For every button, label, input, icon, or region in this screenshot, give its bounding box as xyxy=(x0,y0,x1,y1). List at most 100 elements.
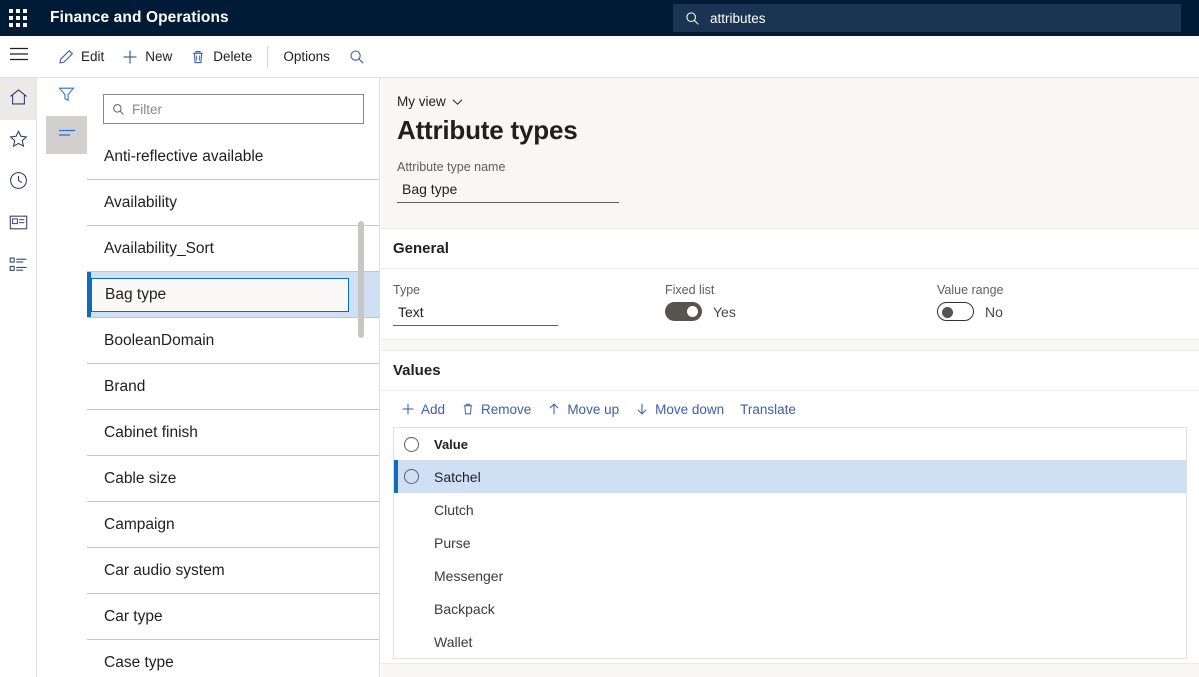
toggle-knob xyxy=(942,307,953,318)
clock-icon xyxy=(9,171,28,195)
attribute-type-name-field: Attribute type name Bag type xyxy=(397,160,619,203)
filter-box-wrapper: Filter xyxy=(87,78,379,134)
delete-button[interactable]: Delete xyxy=(181,42,261,72)
list-icon xyxy=(9,256,28,278)
select-all-radio[interactable] xyxy=(394,437,428,452)
list-item[interactable]: Availability xyxy=(87,180,379,226)
type-field: Type Text xyxy=(381,283,653,326)
list-item[interactable]: Car audio system xyxy=(87,548,379,594)
pencil-icon xyxy=(58,49,74,65)
nav-item-favorites[interactable] xyxy=(0,120,37,162)
remove-value-button[interactable]: Remove xyxy=(453,395,539,423)
list-item-label: Bag type xyxy=(105,286,166,304)
list-item-label: Availability xyxy=(104,194,177,212)
remove-value-label: Remove xyxy=(481,402,531,417)
workspace-icon xyxy=(9,214,28,236)
nav-item-workspaces[interactable] xyxy=(0,204,37,246)
row-radio[interactable] xyxy=(394,469,428,484)
value-cell: Purse xyxy=(428,535,471,551)
table-row[interactable]: Messenger xyxy=(394,559,1186,592)
options-button[interactable]: Options xyxy=(274,42,339,72)
star-icon xyxy=(9,130,28,153)
list-item[interactable]: Availability_Sort xyxy=(87,226,379,272)
new-button[interactable]: New xyxy=(113,42,181,72)
radio-icon xyxy=(404,469,419,484)
list-item[interactable]: Cabinet finish xyxy=(87,410,379,456)
view-selector[interactable]: My view xyxy=(397,94,463,109)
list-item[interactable]: Brand xyxy=(87,364,379,410)
list-item[interactable]: BooleanDomain xyxy=(87,318,379,364)
table-row[interactable]: Wallet xyxy=(394,625,1186,658)
list-item-label: Car audio system xyxy=(104,562,225,580)
radio-icon xyxy=(404,437,419,452)
translate-label: Translate xyxy=(740,402,796,417)
table-row[interactable]: Backpack xyxy=(394,592,1186,625)
table-row[interactable]: Purse xyxy=(394,526,1186,559)
table-row[interactable]: Satchel xyxy=(394,460,1186,493)
plus-icon xyxy=(401,402,415,416)
plus-icon xyxy=(122,49,138,65)
attribute-type-name-input[interactable]: Bag type xyxy=(397,179,619,203)
values-toolbar: Add Remove Move up Move down xyxy=(381,391,1199,427)
type-label: Type xyxy=(393,283,653,297)
fixed-list-toggle[interactable] xyxy=(665,302,702,321)
list-item[interactable]: Cable size xyxy=(87,456,379,502)
list-pane-button[interactable] xyxy=(46,116,87,154)
add-value-button[interactable]: Add xyxy=(393,395,453,423)
move-up-label: Move up xyxy=(567,402,619,417)
value-range-value: No xyxy=(985,304,1003,320)
list-item-label: Brand xyxy=(104,378,145,396)
lines-icon xyxy=(58,126,76,144)
value-range-toggle[interactable] xyxy=(937,302,974,321)
app-brand-title: Finance and Operations xyxy=(50,9,229,27)
page-search-button[interactable] xyxy=(339,42,375,72)
values-card: Values Add Remove Move up xyxy=(381,350,1199,664)
nav-item-modules[interactable] xyxy=(0,246,37,288)
value-range-toggle-row: No xyxy=(937,302,1004,321)
type-input[interactable]: Text xyxy=(393,302,558,326)
main-content: My view Attribute types Attribute type n… xyxy=(381,78,1199,677)
values-grid-header-row[interactable]: Value xyxy=(394,428,1186,460)
navigation-menu-button[interactable] xyxy=(0,36,37,78)
nav-item-home[interactable] xyxy=(0,78,37,120)
arrow-up-icon xyxy=(547,402,561,416)
action-pane: Edit New Delete Options xyxy=(0,36,1199,78)
list-item[interactable]: Anti-reflective available xyxy=(87,134,379,180)
global-search-value: attributes xyxy=(710,11,766,26)
search-icon xyxy=(349,49,365,65)
general-card-body: Type Text Fixed list Yes Value range No xyxy=(381,269,1199,326)
list-item-selected[interactable]: Bag type xyxy=(87,272,379,318)
options-button-label: Options xyxy=(283,49,330,64)
toolbar-divider xyxy=(267,46,268,68)
list-item-label: Anti-reflective available xyxy=(104,148,263,166)
table-row[interactable]: Clutch xyxy=(394,493,1186,526)
list-item-label: BooleanDomain xyxy=(104,332,214,350)
value-column-header: Value xyxy=(428,437,468,452)
list-item-label: Car type xyxy=(104,608,163,626)
edit-button[interactable]: Edit xyxy=(49,42,113,72)
move-up-button[interactable]: Move up xyxy=(539,395,627,423)
attribute-type-list: Anti-reflective available Availability A… xyxy=(87,134,379,677)
attribute-type-name-label: Attribute type name xyxy=(397,160,619,174)
general-card-title: General xyxy=(381,229,1199,269)
funnel-icon xyxy=(58,86,75,108)
left-navigation-rail xyxy=(0,78,37,677)
move-down-button[interactable]: Move down xyxy=(627,395,732,423)
app-launcher-button[interactable] xyxy=(0,0,36,36)
filter-pane-button[interactable] xyxy=(46,78,87,116)
value-cell: Messenger xyxy=(428,568,503,584)
translate-button[interactable]: Translate xyxy=(732,395,804,423)
toggle-knob xyxy=(687,306,698,317)
global-search-box[interactable]: attributes xyxy=(673,4,1181,32)
view-selector-label: My view xyxy=(397,94,446,109)
waffle-grid-icon xyxy=(9,9,27,27)
list-item[interactable]: Campaign xyxy=(87,502,379,548)
nav-item-recent[interactable] xyxy=(0,162,37,204)
list-item[interactable]: Case type xyxy=(87,640,379,677)
list-scrollbar-thumb[interactable] xyxy=(358,221,364,338)
list-item-focus-box: Bag type xyxy=(91,278,349,312)
list-item[interactable]: Car type xyxy=(87,594,379,640)
delete-button-label: Delete xyxy=(213,49,252,64)
filter-input[interactable]: Filter xyxy=(103,94,364,124)
value-range-label: Value range xyxy=(937,283,1004,297)
